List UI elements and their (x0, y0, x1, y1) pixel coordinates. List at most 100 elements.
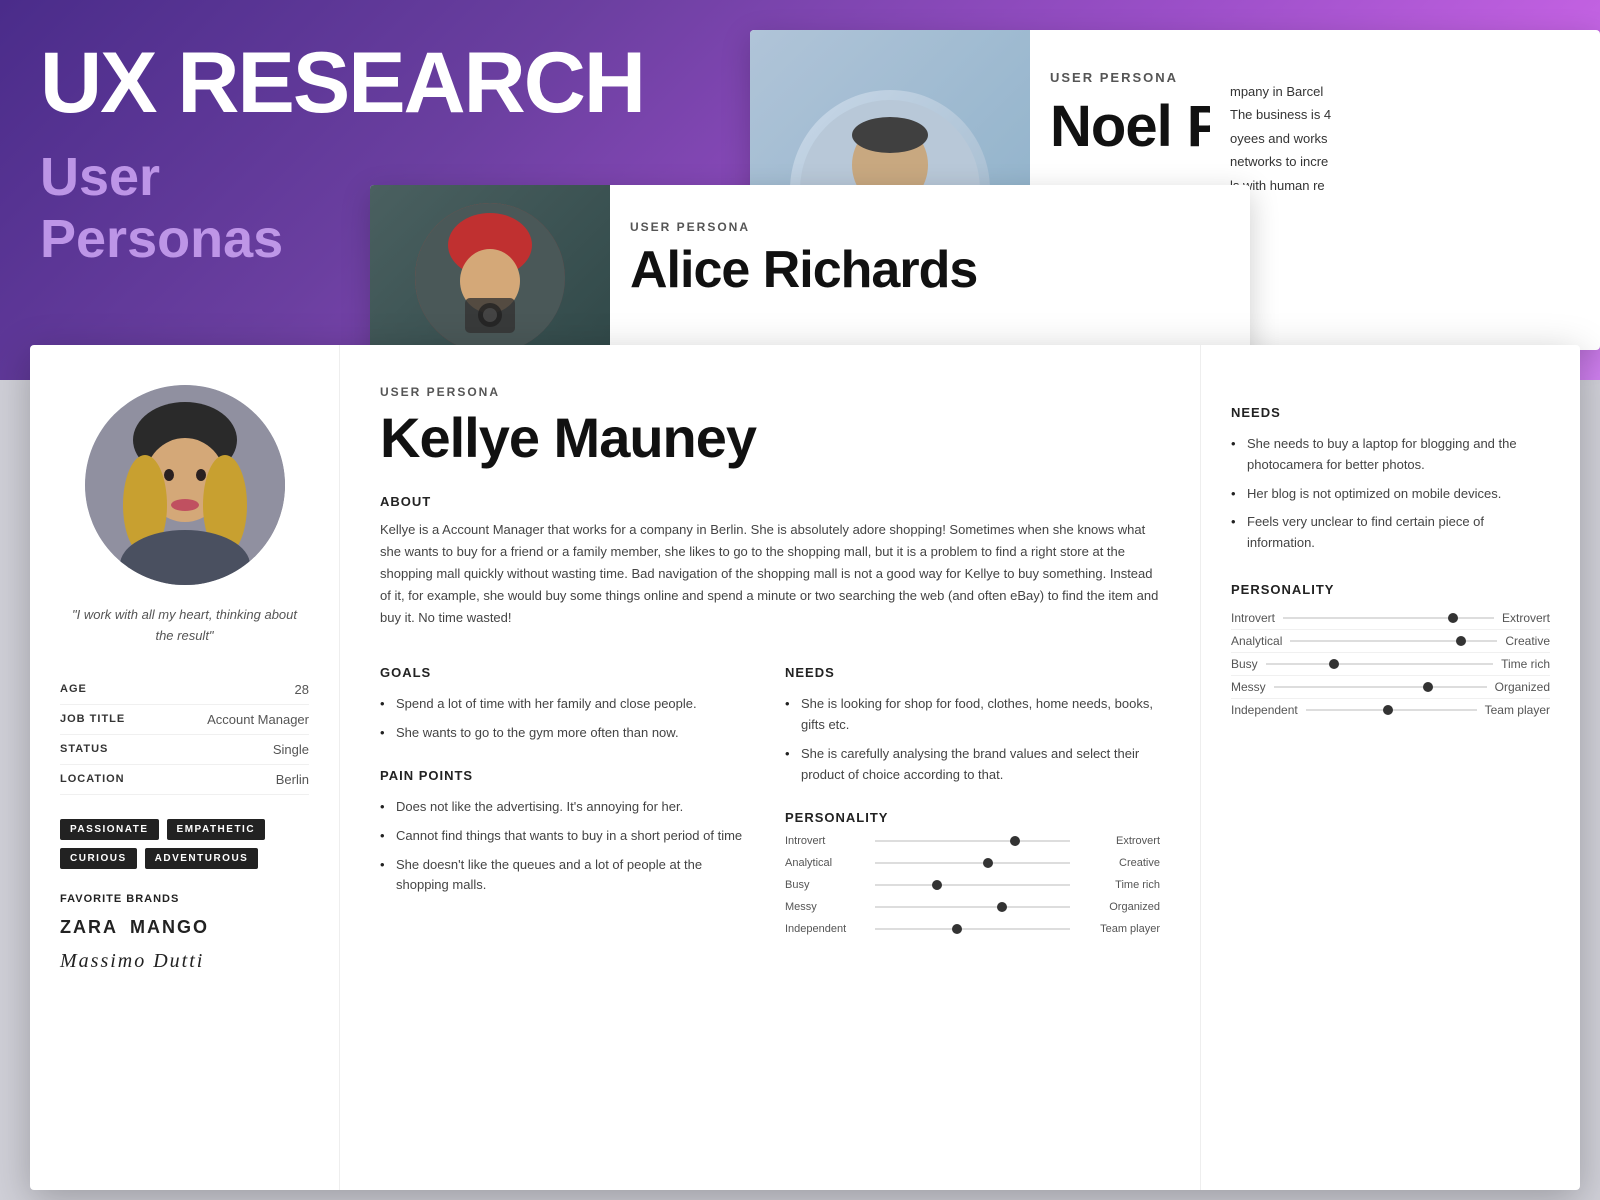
brands-title: FAVORITE BRANDS (60, 893, 309, 905)
brand-zara: ZARA (60, 917, 118, 938)
subtitle: User Personas (40, 146, 644, 270)
slider-introvert-extrovert: Introvert Extrovert (785, 835, 1160, 847)
slider-left-analytical: Analytical (785, 857, 865, 869)
slider-right-organized: Organized (1080, 901, 1160, 913)
right-dot-5 (1383, 705, 1393, 715)
slider-right-extrovert: Extrovert (1080, 835, 1160, 847)
alice-persona-label: USER PERSONA (630, 220, 977, 234)
slider-dot-5 (952, 924, 962, 934)
slider-track-3 (875, 884, 1070, 886)
right-label-organized: Organized (1495, 680, 1550, 694)
brands-logos: ZARA MANGO Massimo Dutti (60, 917, 309, 973)
right-need-1: She needs to buy a laptop for blogging a… (1231, 430, 1550, 480)
job-label: JOB TITLE (60, 713, 125, 725)
slider-track-1 (875, 840, 1070, 842)
kellye-silhouette-svg (85, 385, 285, 585)
right-label-independent: Independent (1231, 703, 1298, 717)
slider-left-busy: Busy (785, 879, 865, 891)
slider-left-independent: Independent (785, 923, 865, 935)
location-label: LOCATION (60, 773, 125, 785)
slider-right-timerich: Time rich (1080, 879, 1160, 891)
right-label-busy: Busy (1231, 657, 1258, 671)
right-personality-title: PERSONALITY (1231, 582, 1550, 597)
tag-empathetic: EMPATHETIC (167, 819, 266, 840)
slider-track-4 (875, 906, 1070, 908)
pain-1: Does not like the advertising. It's anno… (380, 793, 755, 822)
slider-right-creative: Creative (1080, 857, 1160, 869)
right-label-timerich: Time rich (1501, 657, 1550, 671)
subtitle-line2: Personas (40, 209, 283, 269)
tag-adventurous: ADVENTUROUS (145, 848, 259, 869)
stat-status: STATUS Single (60, 735, 309, 765)
tag-curious: CURIOUS (60, 848, 137, 869)
left-column: GOALS Spend a lot of time with her famil… (380, 645, 755, 944)
about-title: ABOUT (380, 494, 1160, 509)
slider-right-teamplayer: Team player (1080, 923, 1160, 935)
card-kellye: "I work with all my heart, thinking abou… (30, 345, 1580, 1190)
tag-passionate: PASSIONATE (60, 819, 159, 840)
pain-3: She doesn't like the queues and a lot of… (380, 851, 755, 901)
right-column: NEEDS She is looking for shop for food, … (785, 645, 1160, 944)
right-dot-1 (1448, 613, 1458, 623)
right-label-teamplayer: Team player (1485, 703, 1550, 717)
right-needs-list: She needs to buy a laptop for blogging a… (1231, 430, 1550, 558)
age-value: 28 (295, 682, 309, 697)
needs-main-title: NEEDS (785, 665, 1160, 680)
right-label-analytical: Analytical (1231, 634, 1282, 648)
right-dot-3 (1329, 659, 1339, 669)
alice-persona-name: Alice Richards (630, 240, 977, 300)
needs-main-list: She is looking for shop for food, clothe… (785, 690, 1160, 789)
pain-points-title: PAIN POINTS (380, 768, 755, 783)
brand-mango: MANGO (130, 917, 209, 938)
kellye-stats: AGE 28 JOB TITLE Account Manager STATUS … (60, 675, 309, 795)
ux-research-title: UX RESEARCH (40, 40, 644, 126)
slider-dot-1 (1010, 836, 1020, 846)
alice-persona-info: USER PERSONA Alice Richards (630, 220, 977, 300)
tags-area: PASSIONATE EMPATHETIC CURIOUS ADVENTUROU… (60, 819, 309, 869)
slider-left-messy: Messy (785, 901, 865, 913)
slider-messy-organized: Messy Organized (785, 901, 1160, 913)
brands-section: FAVORITE BRANDS ZARA MANGO Massimo Dutti (60, 893, 309, 973)
stat-age: AGE 28 (60, 675, 309, 705)
slider-analytical-creative: Analytical Creative (785, 857, 1160, 869)
status-label: STATUS (60, 743, 108, 755)
right-dot-2 (1456, 636, 1466, 646)
right-label-messy: Messy (1231, 680, 1266, 694)
need-2: She is carefully analysing the brand val… (785, 740, 1160, 790)
noel-partial-description: mpany in Barcel The business is 4 oyees … (1230, 80, 1580, 197)
right-personality-labels: Introvert Extrovert Analytical Creative … (1231, 607, 1550, 721)
pain-2: Cannot find things that wants to buy in … (380, 822, 755, 851)
goals-list: Spend a lot of time with her family and … (380, 690, 755, 748)
about-text: Kellye is a Account Manager that works f… (380, 519, 1160, 629)
slider-independent-teamplayer: Independent Team player (785, 923, 1160, 935)
slider-dot-4 (997, 902, 1007, 912)
slider-dot-2 (983, 858, 993, 868)
pain-points-list: Does not like the advertising. It's anno… (380, 793, 755, 900)
noel-right-text: mpany in Barcel The business is 4 oyees … (1210, 55, 1600, 335)
job-value: Account Manager (207, 712, 309, 727)
slider-track-2 (875, 862, 1070, 864)
personality-sliders: Introvert Extrovert Analytical Creative (785, 835, 1160, 935)
age-label: AGE (60, 683, 87, 695)
subtitle-line1: User (40, 147, 160, 207)
need-1: She is looking for shop for food, clothe… (785, 690, 1160, 740)
goal-2: She wants to go to the gym more often th… (380, 719, 755, 748)
kellye-main-content: USER PERSONA Kellye Mauney ABOUT Kellye … (340, 345, 1200, 1190)
kellye-persona-label: USER PERSONA (380, 385, 1160, 399)
right-label-extrovert: Extrovert (1502, 611, 1550, 625)
slider-dot-3 (932, 880, 942, 890)
kellye-right-panel: NEEDS She needs to buy a laptop for blog… (1200, 345, 1580, 1190)
right-need-3: Feels very unclear to find certain piece… (1231, 508, 1550, 558)
status-value: Single (273, 742, 309, 757)
kellye-sidebar: "I work with all my heart, thinking abou… (30, 345, 340, 1190)
slider-busy-timerich: Busy Time rich (785, 879, 1160, 891)
kellye-photo (85, 385, 285, 585)
location-value: Berlin (276, 772, 309, 787)
goals-title: GOALS (380, 665, 755, 680)
kellye-persona-name: Kellye Mauney (380, 405, 1160, 470)
right-needs-title: NEEDS (1231, 405, 1550, 420)
right-label-creative: Creative (1505, 634, 1550, 648)
two-col-layout: GOALS Spend a lot of time with her famil… (380, 645, 1160, 944)
kellye-quote: "I work with all my heart, thinking abou… (60, 605, 309, 647)
right-dot-4 (1423, 682, 1433, 692)
